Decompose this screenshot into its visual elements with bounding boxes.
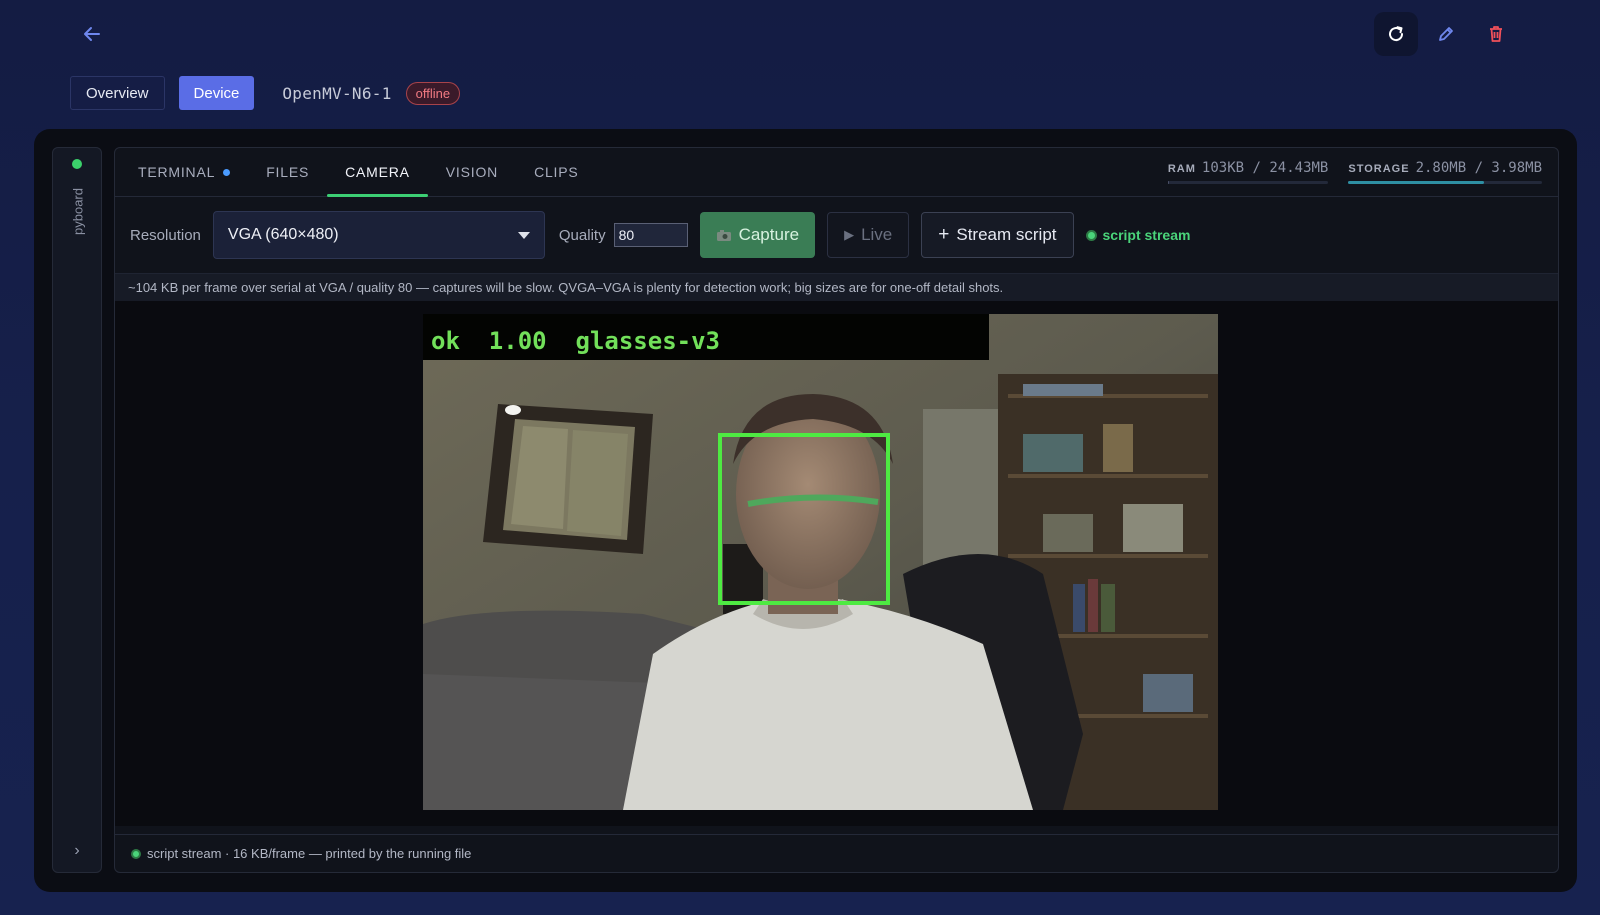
tab-terminal[interactable]: TERMINAL: [120, 148, 248, 196]
ram-key: RAM: [1167, 163, 1196, 175]
delete-button[interactable]: [1474, 12, 1518, 56]
stream-status-dot: [1085, 229, 1097, 241]
device-rail: pyboard ›: [52, 147, 102, 873]
tab-files-label: FILES: [266, 164, 310, 180]
camera-frame: ok 1.00 glasses-v3: [423, 314, 1218, 810]
capture-button[interactable]: Capture: [699, 212, 816, 258]
stream-script-label: Stream script: [956, 225, 1057, 244]
stream-status-label: script stream: [1102, 227, 1191, 243]
rail-label: pyboard: [70, 188, 86, 235]
storage-value: 2.80MB / 3.98MB: [1415, 160, 1542, 176]
chevron-right-icon[interactable]: ›: [67, 842, 87, 862]
footer-text: script stream · 16 KB/frame — printed by…: [147, 846, 472, 861]
header-actions: [1374, 12, 1518, 56]
stream-status: script stream: [1085, 227, 1191, 243]
ram-value: 103KB / 24.43MB: [1201, 160, 1329, 176]
play-icon: ▶: [844, 227, 855, 242]
back-button[interactable]: [78, 20, 106, 48]
edit-button[interactable]: [1424, 12, 1468, 56]
tab-overview[interactable]: Overview: [70, 76, 165, 110]
live-label: Live: [861, 225, 893, 244]
device-name: OpenMV-N6-1: [282, 83, 392, 103]
camera-viewer: ok 1.00 glasses-v3: [115, 301, 1558, 826]
resolution-select[interactable]: VGA (640×480): [212, 211, 545, 259]
camera-hint: ~104 KB per frame over serial at VGA / q…: [115, 274, 1558, 301]
workspace: TERMINAL FILES CAMERA VISION CLIPS RAM 10…: [114, 147, 1559, 873]
resolution-value: VGA (640×480): [227, 226, 339, 243]
ram-bar-fill: [1167, 181, 1169, 184]
frame-overlay-text: ok 1.00 glasses-v3: [431, 327, 720, 355]
device-panel: pyboard › TERMINAL FILES CAMERA VISION C…: [34, 129, 1577, 892]
camera-controls: Resolution VGA (640×480) Quality Capture…: [115, 197, 1558, 274]
tab-vision[interactable]: VISION: [428, 148, 516, 196]
page-tabs: Overview Device OpenMV-N6-1 offline: [70, 76, 461, 110]
tab-clips[interactable]: CLIPS: [516, 148, 596, 196]
tab-vision-label: VISION: [445, 164, 499, 180]
quality-label: Quality: [558, 226, 606, 244]
refresh-button[interactable]: [1374, 12, 1418, 56]
edit-icon: [1439, 27, 1453, 41]
camera-icon: [716, 230, 731, 241]
tab-clips-label: CLIPS: [534, 164, 579, 180]
resolution-label: Resolution: [130, 226, 201, 244]
tab-camera[interactable]: CAMERA: [327, 148, 428, 197]
tab-terminal-label: TERMINAL: [138, 164, 216, 180]
storage-stat: STORAGE 2.80MB / 3.98MB: [1348, 160, 1542, 184]
camera-frame-image: ok 1.00 glasses-v3: [423, 314, 1218, 810]
status-footer: script stream · 16 KB/frame — printed by…: [115, 834, 1558, 872]
tool-tabs: TERMINAL FILES CAMERA VISION CLIPS RAM 10…: [115, 148, 1558, 197]
arrow-left-icon: [84, 27, 100, 41]
storage-key: STORAGE: [1348, 163, 1410, 175]
tab-camera-label: CAMERA: [345, 164, 410, 180]
capture-label: Capture: [738, 225, 800, 244]
ram-stat: RAM 103KB / 24.43MB: [1167, 160, 1329, 184]
quality-input[interactable]: [613, 223, 688, 247]
tab-device[interactable]: Device: [178, 76, 255, 110]
stream-script-button[interactable]: + Stream script: [921, 212, 1074, 258]
refresh-icon: [1389, 26, 1404, 42]
status-badge: offline: [405, 81, 461, 105]
tab-files[interactable]: FILES: [248, 148, 327, 196]
activity-dot: [223, 168, 231, 176]
live-button[interactable]: ▶ Live: [827, 212, 910, 258]
online-indicator: [72, 159, 82, 169]
chevron-down-icon: [517, 231, 530, 239]
trash-icon: [1490, 26, 1502, 42]
storage-bar-fill: [1348, 181, 1484, 184]
plus-icon: +: [938, 224, 950, 245]
resource-stats: RAM 103KB / 24.43MB STORAGE 2.80MB / 3.98M…: [1167, 160, 1542, 184]
footer-status-dot: [131, 848, 141, 859]
